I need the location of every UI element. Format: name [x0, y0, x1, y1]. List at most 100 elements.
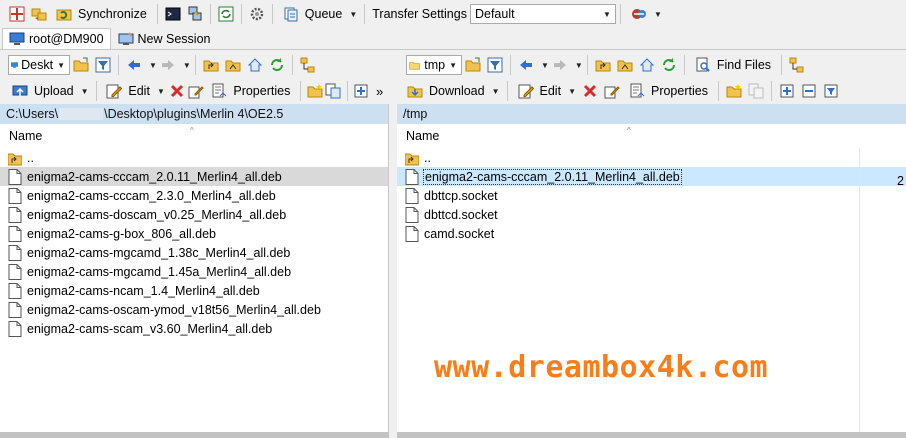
toolbar-separator: [717, 81, 719, 101]
filter-select-icon[interactable]: [821, 81, 841, 101]
file-row[interactable]: dbttcd.socket: [397, 205, 906, 224]
file-row[interactable]: enigma2-cams-scam_v3.60_Merlin4_all.deb: [0, 319, 388, 338]
queue-icon: [281, 4, 301, 24]
chevron-down-icon: ▼: [449, 60, 457, 70]
right-path: /tmp: [403, 107, 428, 121]
new-folder-icon[interactable]: [724, 81, 744, 101]
file-row[interactable]: enigma2-cams-cccam_2.3.0_Merlin4_all.deb: [0, 186, 388, 205]
left-action-toolbar: Upload ▼ Edit ▼ Properties »: [0, 79, 389, 103]
delete-icon[interactable]: [169, 81, 186, 101]
main-toolbar: Synchronize Queue ▼ Transfer Settings De…: [0, 0, 906, 28]
chevron-down-icon[interactable]: ▼: [149, 61, 157, 70]
select-plus-icon[interactable]: [777, 81, 797, 101]
copy-to-icon[interactable]: [325, 81, 342, 101]
tab-new-session[interactable]: New Session: [111, 28, 218, 49]
file-name: enigma2-cams-doscam_v0.25_Merlin4_all.de…: [27, 207, 287, 222]
forward-arrow-icon[interactable]: [550, 55, 570, 75]
parent-directory-icon[interactable]: [201, 55, 221, 75]
desktop-icon: [11, 62, 19, 68]
right-dir-select[interactable]: tmp ▼: [406, 55, 462, 75]
transfer-settings-select[interactable]: Default ▼: [469, 4, 616, 24]
chevron-down-icon[interactable]: ▼: [183, 61, 191, 70]
overflow-chevron-icon[interactable]: »: [371, 81, 388, 101]
file-row[interactable]: camd.socket: [397, 224, 906, 243]
file-row[interactable]: enigma2-cams-doscam_v0.25_Merlin4_all.de…: [0, 205, 388, 224]
tree-toggle-icon[interactable]: [298, 55, 318, 75]
home-icon[interactable]: [245, 55, 265, 75]
copy-to-icon[interactable]: [746, 81, 766, 101]
new-folder-icon[interactable]: [306, 81, 323, 101]
properties-label: Properties: [233, 84, 291, 98]
synchronize-button[interactable]: Synchronize: [50, 3, 153, 25]
preferences-gear-icon[interactable]: [247, 4, 267, 24]
putty-icon[interactable]: [185, 4, 205, 24]
column-divider: [859, 148, 860, 438]
tree-toggle-icon[interactable]: [787, 55, 807, 75]
left-drive-select[interactable]: Deskt ▼: [8, 55, 70, 75]
file-row[interactable]: enigma2-cams-cccam_2.0.11_Merlin4_all.de…: [397, 167, 906, 186]
parent-folder-icon: [405, 150, 419, 166]
queue-button[interactable]: Queue ▼: [277, 3, 360, 25]
transfer-settings-value: Default: [474, 7, 515, 21]
rename-icon[interactable]: [602, 81, 622, 101]
filter-icon[interactable]: [93, 55, 113, 75]
console-icon[interactable]: [163, 4, 183, 24]
chevron-down-icon[interactable]: ▼: [575, 61, 583, 70]
find-files-button[interactable]: Find Files: [689, 54, 777, 76]
left-name-column-header[interactable]: Name ^: [0, 124, 388, 148]
filter-icon[interactable]: [485, 55, 505, 75]
tab-label: root@DM900: [29, 32, 104, 46]
chevron-down-icon: ▼: [491, 86, 500, 96]
file-row[interactable]: enigma2-cams-cccam_2.0.11_Merlin4_all.de…: [0, 167, 388, 186]
forward-arrow-icon[interactable]: [158, 55, 178, 75]
properties-label: Properties: [650, 84, 708, 98]
sort-ascending-icon: ^: [627, 126, 631, 135]
file-row[interactable]: dbttcp.socket: [397, 186, 906, 205]
toolbar-separator: [364, 4, 366, 24]
compare-directories-icon[interactable]: [7, 4, 27, 24]
unselect-minus-icon[interactable]: [799, 81, 819, 101]
open-directory-icon[interactable]: [463, 55, 483, 75]
file-row[interactable]: enigma2-cams-mgcamd_1.45a_Merlin4_all.de…: [0, 262, 388, 281]
chevron-down-icon[interactable]: ▼: [541, 61, 549, 70]
parent-directory-icon[interactable]: [593, 55, 613, 75]
refresh-icon[interactable]: [659, 55, 679, 75]
right-properties-button[interactable]: Properties: [623, 80, 714, 102]
upload-button[interactable]: Upload ▼: [6, 80, 92, 102]
transfer-options-button[interactable]: ▼: [625, 3, 665, 25]
remote-file-panel: /tmp Name ^ .. enigma2-cams-cccam_2.0.11_…: [397, 104, 906, 438]
left-edit-button[interactable]: Edit ▼: [100, 80, 167, 102]
file-name: ..: [424, 150, 431, 165]
back-arrow-icon[interactable]: [516, 55, 536, 75]
back-arrow-icon[interactable]: [124, 55, 144, 75]
left-horizontal-scrollbar[interactable]: [0, 432, 389, 438]
file-row[interactable]: enigma2-cams-oscam-ymod_v18t56_Merlin4_a…: [0, 300, 388, 319]
watermark-text: www.dreambox4k.com: [434, 350, 769, 385]
file-row[interactable]: enigma2-cams-g-box_806_all.deb: [0, 224, 388, 243]
file-row[interactable]: enigma2-cams-ncam_1.4_Merlin4_all.deb: [0, 281, 388, 300]
right-edit-button[interactable]: Edit ▼: [512, 80, 579, 102]
panel-splitter[interactable]: [389, 51, 397, 438]
download-button[interactable]: Download ▼: [401, 80, 503, 102]
parent-directory-row[interactable]: ..: [397, 148, 906, 167]
parent-directory-row[interactable]: ..: [0, 148, 388, 167]
delete-icon[interactable]: [580, 81, 600, 101]
synchronize-browsing-icon[interactable]: [29, 4, 49, 24]
root-directory-icon[interactable]: [615, 55, 635, 75]
right-name-column-header[interactable]: Name ^: [397, 124, 906, 148]
file-name: dbttcp.socket: [424, 188, 498, 203]
rename-icon[interactable]: [188, 81, 205, 101]
left-properties-button[interactable]: Properties: [205, 80, 296, 102]
file-icon: [8, 263, 22, 280]
file-name: enigma2-cams-mgcamd_1.38c_Merlin4_all.de…: [27, 245, 291, 260]
root-directory-icon[interactable]: [223, 55, 243, 75]
refresh-window-icon[interactable]: [216, 4, 236, 24]
edit-label: Edit: [128, 84, 150, 98]
file-row[interactable]: enigma2-cams-mgcamd_1.38c_Merlin4_all.de…: [0, 243, 388, 262]
right-horizontal-scrollbar[interactable]: [397, 432, 906, 438]
refresh-icon[interactable]: [267, 55, 287, 75]
tab-root-session[interactable]: root@DM900: [2, 28, 111, 49]
open-directory-icon[interactable]: [71, 55, 91, 75]
home-icon[interactable]: [637, 55, 657, 75]
select-plus-icon[interactable]: [353, 81, 370, 101]
